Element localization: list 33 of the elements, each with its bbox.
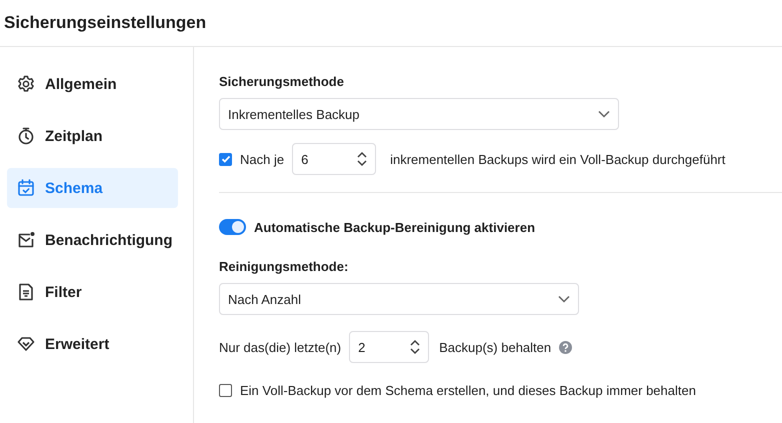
calendar-icon: [17, 179, 35, 197]
stopwatch-icon: [17, 127, 35, 145]
diamond-icon: [17, 335, 35, 353]
chevron-down-icon: [598, 110, 610, 118]
sidebar-item[interactable]: Allgemein: [7, 64, 178, 104]
checkbox[interactable]: [219, 384, 232, 397]
sidebar-item[interactable]: Filter: [7, 272, 178, 312]
spinner-icon: [410, 339, 420, 355]
dropdown[interactable]: Nach Anzahl: [219, 283, 579, 315]
field-suffix: Backup(s) behalten: [439, 340, 552, 354]
chevron-down-icon: [558, 295, 570, 303]
mail-icon: [17, 231, 35, 249]
section-label: Sicherungsmethode: [219, 74, 344, 89]
document-icon: [17, 283, 35, 301]
field-suffix: inkrementellen Backups wird ein Voll-Backup durchgeführt: [390, 152, 726, 166]
checkbox-label: Nach je: [240, 152, 284, 166]
sidebar-item[interactable]: Schema: [7, 168, 178, 208]
checkbox-label: Ein Voll-Backup vor dem Schema erstellen, und dieses Backup immer behalten: [240, 383, 696, 398]
section-label: Reinigungsmethode:: [219, 259, 348, 274]
help-icon[interactable]: [559, 340, 572, 354]
toggle-switch[interactable]: [219, 219, 246, 235]
number-field[interactable]: 2: [349, 331, 430, 363]
settings-icon: [17, 75, 35, 93]
number-field[interactable]: 6: [292, 143, 376, 175]
spinner-icon: [357, 151, 368, 167]
toggle-label: Automatische Backup-Bereinigung aktivieren: [254, 220, 536, 234]
sidebar-item[interactable]: Zeitplan: [7, 116, 178, 156]
field-label: Nur das(die) letzte(n): [219, 340, 342, 354]
checkbox[interactable]: [219, 152, 232, 166]
dropdown[interactable]: Inkrementelles Backup: [219, 98, 619, 130]
sidebar-item[interactable]: Erweitert: [7, 324, 178, 364]
sidebar-item[interactable]: Benachrichtigung: [7, 220, 178, 260]
window-title: Sicherungseinstellungen: [4, 13, 206, 33]
